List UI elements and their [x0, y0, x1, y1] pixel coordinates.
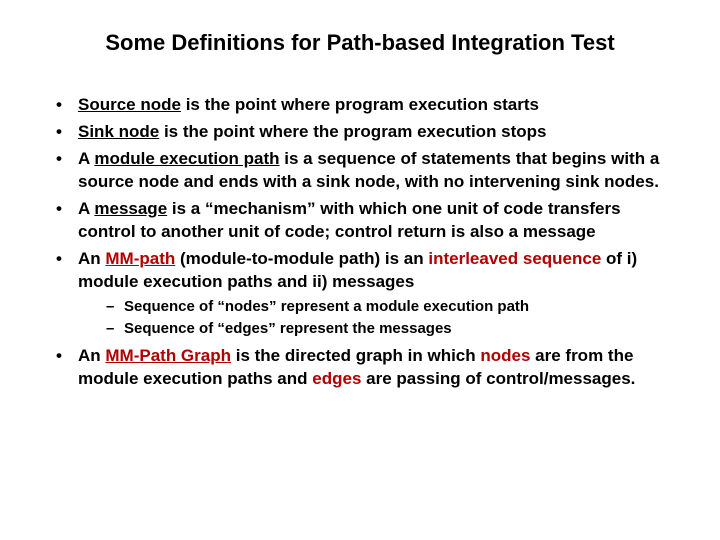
term-mm-path: MM-path [105, 249, 175, 268]
term-message: message [94, 199, 167, 218]
text: are passing of control/messages. [361, 369, 635, 388]
text-mid1: is the directed graph in which [231, 346, 480, 365]
term-sink-node: Sink node [78, 122, 159, 141]
term-module-execution-path: module execution path [94, 149, 279, 168]
bullet-sink-node: Sink node is the point where the program… [52, 121, 680, 144]
slide-title: Some Definitions for Path-based Integrat… [40, 30, 680, 56]
text: is the point where program execution sta… [181, 95, 539, 114]
text: is the point where the program execution… [159, 122, 546, 141]
highlight-edges: edges [312, 369, 361, 388]
text-pre: A [78, 199, 94, 218]
text-mid: (module-to-module path) is an [175, 249, 428, 268]
highlight-interleaved-sequence: interleaved sequence [428, 249, 601, 268]
term-mm-path-graph: MM-Path Graph [105, 346, 231, 365]
text-pre: A [78, 149, 94, 168]
sub-list: Sequence of “nodes” represent a module e… [78, 297, 680, 340]
bullet-message: A message is a “mechanism” with which on… [52, 198, 680, 244]
sub-edges: Sequence of “edges” represent the messag… [106, 319, 680, 339]
bullet-mm-path-graph: An MM-Path Graph is the directed graph i… [52, 345, 680, 391]
bullet-module-exec-path: A module execution path is a sequence of… [52, 148, 680, 194]
text-pre: An [78, 346, 105, 365]
highlight-nodes: nodes [480, 346, 530, 365]
bullet-source-node: Source node is the point where program e… [52, 94, 680, 117]
text-pre: An [78, 249, 105, 268]
term-source-node: Source node [78, 95, 181, 114]
sub-nodes: Sequence of “nodes” represent a module e… [106, 297, 680, 317]
bullet-mm-path: An MM-path (module-to-module path) is an… [52, 248, 680, 339]
bullet-list: Source node is the point where program e… [40, 94, 680, 391]
slide: Some Definitions for Path-based Integrat… [0, 0, 720, 540]
